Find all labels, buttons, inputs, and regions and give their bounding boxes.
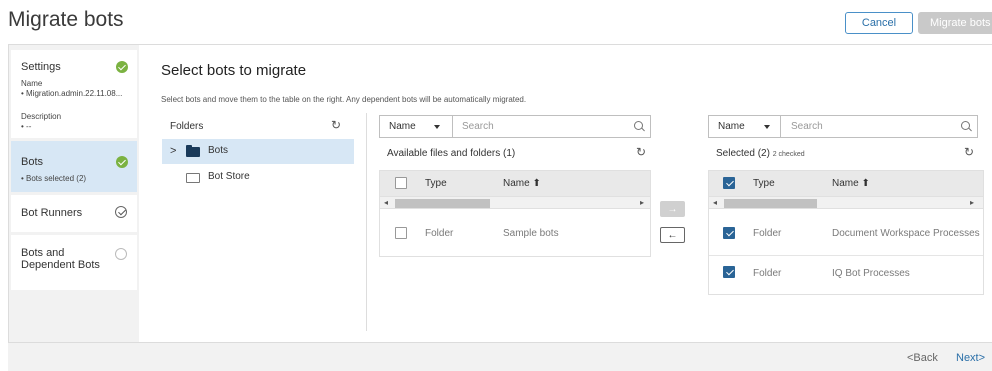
scroll-left-icon[interactable]: ◂ (384, 198, 388, 207)
available-search-bar: Name Search (379, 115, 651, 138)
search-icon[interactable] (634, 121, 643, 130)
folder-filled-icon (186, 145, 200, 157)
move-left-button[interactable]: ← (660, 227, 685, 243)
horizontal-scrollbar[interactable]: ◂ ▸ (709, 196, 983, 209)
step-title: Bot Runners (21, 207, 83, 219)
scroll-left-icon[interactable]: ◂ (713, 198, 717, 207)
horizontal-scrollbar[interactable]: ◂ ▸ (380, 196, 650, 209)
check-outline-icon (115, 206, 127, 218)
step-bots[interactable]: Bots • Bots selected (2) (11, 141, 137, 192)
scrollbar-thumb[interactable] (395, 199, 490, 208)
cancel-button[interactable]: Cancel (845, 12, 913, 34)
migrate-bots-button[interactable]: Migrate bots (918, 12, 992, 34)
row-divider (709, 255, 983, 256)
select-all-checkbox[interactable] (723, 177, 735, 189)
tree-item-bot-store[interactable]: Bot Store (208, 171, 250, 182)
scroll-right-icon[interactable]: ▸ (970, 198, 974, 207)
step-title: Bots and Dependent Bots (21, 247, 100, 271)
chevron-right-icon[interactable]: > (170, 145, 176, 157)
caret-down-icon[interactable] (764, 125, 770, 129)
divider (452, 116, 453, 137)
step-settings[interactable]: Settings Name • Migration.admin.22.11.08… (11, 50, 137, 138)
row-type: Folder (425, 228, 454, 239)
column-header-name[interactable]: Name ⬆ (832, 178, 870, 189)
selected-title: Selected (2) 2 checked (716, 148, 805, 159)
step-bots-selected: • Bots selected (2) (21, 174, 87, 183)
move-right-button[interactable]: → (660, 201, 685, 217)
row-type: Folder (753, 228, 782, 239)
back-button[interactable]: <Back (907, 352, 938, 364)
step-description-value: • -- (21, 122, 32, 131)
row-checkbox[interactable] (395, 227, 407, 239)
step-name-value: • Migration.admin.22.11.08... (21, 89, 123, 98)
complete-check-icon (116, 61, 128, 73)
select-all-checkbox[interactable] (395, 177, 407, 189)
selected-search-bar: Name Search (708, 115, 978, 138)
checked-count: 2 checked (772, 151, 805, 158)
folder-icon (186, 173, 200, 183)
search-icon[interactable] (961, 121, 970, 130)
selected-title-text: Selected (2) (716, 148, 770, 159)
row-checkbox[interactable] (723, 227, 735, 239)
row-name[interactable]: Document Workspace Processes (832, 228, 980, 239)
row-checkbox[interactable] (723, 266, 735, 278)
caret-down-icon[interactable] (434, 125, 440, 129)
search-input[interactable]: Search (791, 121, 823, 132)
step-title: Settings (21, 61, 61, 73)
refresh-icon[interactable]: ↻ (331, 118, 341, 132)
tree-item-label: Bots (208, 145, 229, 156)
divider (366, 113, 367, 331)
filter-field-select[interactable]: Name (389, 121, 416, 132)
refresh-icon[interactable]: ↻ (636, 145, 646, 159)
refresh-icon[interactable]: ↻ (964, 145, 974, 159)
filter-field-select[interactable]: Name (718, 121, 745, 132)
table-header: Type Name ⬆ (380, 171, 650, 196)
step-bot-runners[interactable]: Bot Runners (11, 195, 137, 232)
wizard-footer (8, 342, 992, 371)
next-button[interactable]: Next> (956, 352, 985, 364)
step-name-label: Name (21, 79, 43, 88)
available-title: Available files and folders (1) (387, 148, 516, 159)
section-title: Select bots to migrate (161, 62, 307, 79)
selected-table: Type Name ⬆ ◂ ▸ Folder Document Workspac… (708, 170, 984, 295)
step-title: Bots (21, 156, 44, 168)
section-description: Select bots and move them to the table o… (161, 95, 527, 104)
row-type: Folder (753, 268, 782, 279)
table-header: Type Name ⬆ (709, 171, 983, 196)
column-header-name[interactable]: Name ⬆ (503, 178, 541, 189)
column-header-type[interactable]: Type (753, 178, 775, 189)
step-bots-and-dependent-bots[interactable]: Bots and Dependent Bots (11, 235, 137, 290)
incomplete-circle-icon (115, 248, 127, 260)
step-description-label: Description (21, 112, 62, 121)
scroll-right-icon[interactable]: ▸ (640, 198, 644, 207)
page-title: Migrate bots (8, 8, 124, 31)
complete-check-icon (116, 156, 128, 168)
scrollbar-thumb[interactable] (724, 199, 817, 208)
search-input[interactable]: Search (462, 121, 494, 132)
folders-label: Folders (170, 121, 204, 132)
column-header-type[interactable]: Type (425, 178, 447, 189)
row-name[interactable]: IQ Bot Processes (832, 268, 910, 279)
divider (780, 116, 781, 137)
available-table: Type Name ⬆ ◂ ▸ Folder Sample bots (379, 170, 651, 257)
row-name[interactable]: Sample bots (503, 228, 559, 239)
